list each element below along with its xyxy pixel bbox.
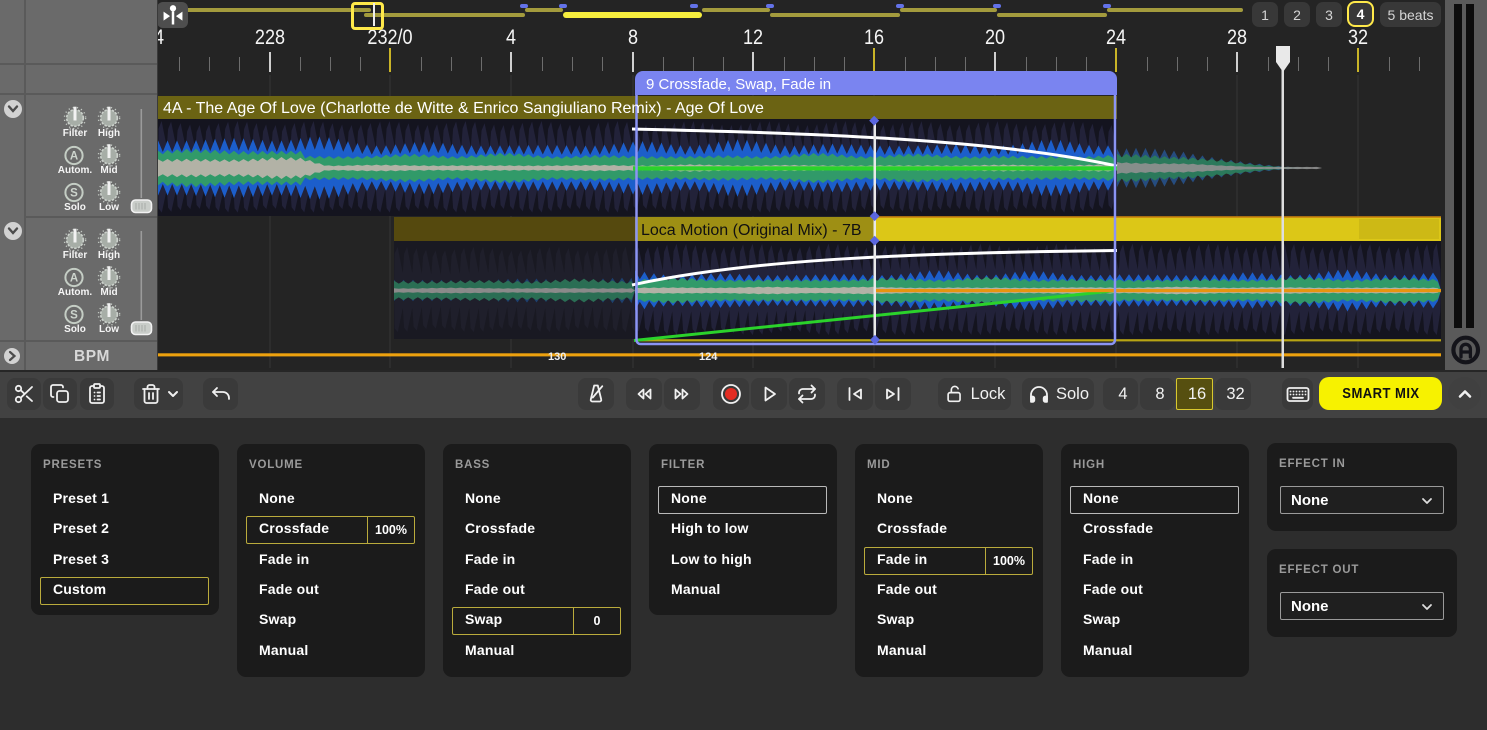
- svg-text:S: S: [70, 310, 78, 322]
- svg-text:A: A: [70, 151, 78, 163]
- svg-text:A: A: [70, 273, 78, 285]
- svg-text:124: 124: [699, 351, 718, 363]
- svg-text:130: 130: [548, 351, 566, 363]
- svg-text:4A - The Age Of Love (Charlott: 4A - The Age Of Love (Charlotte de Witte…: [163, 100, 764, 117]
- svg-text:9 Crossfade, Swap, Fade in: 9 Crossfade, Swap, Fade in: [646, 76, 831, 93]
- svg-text:Loca Motion (Original Mix) - 7: Loca Motion (Original Mix) - 7B: [641, 222, 862, 239]
- svg-text:S: S: [70, 188, 78, 200]
